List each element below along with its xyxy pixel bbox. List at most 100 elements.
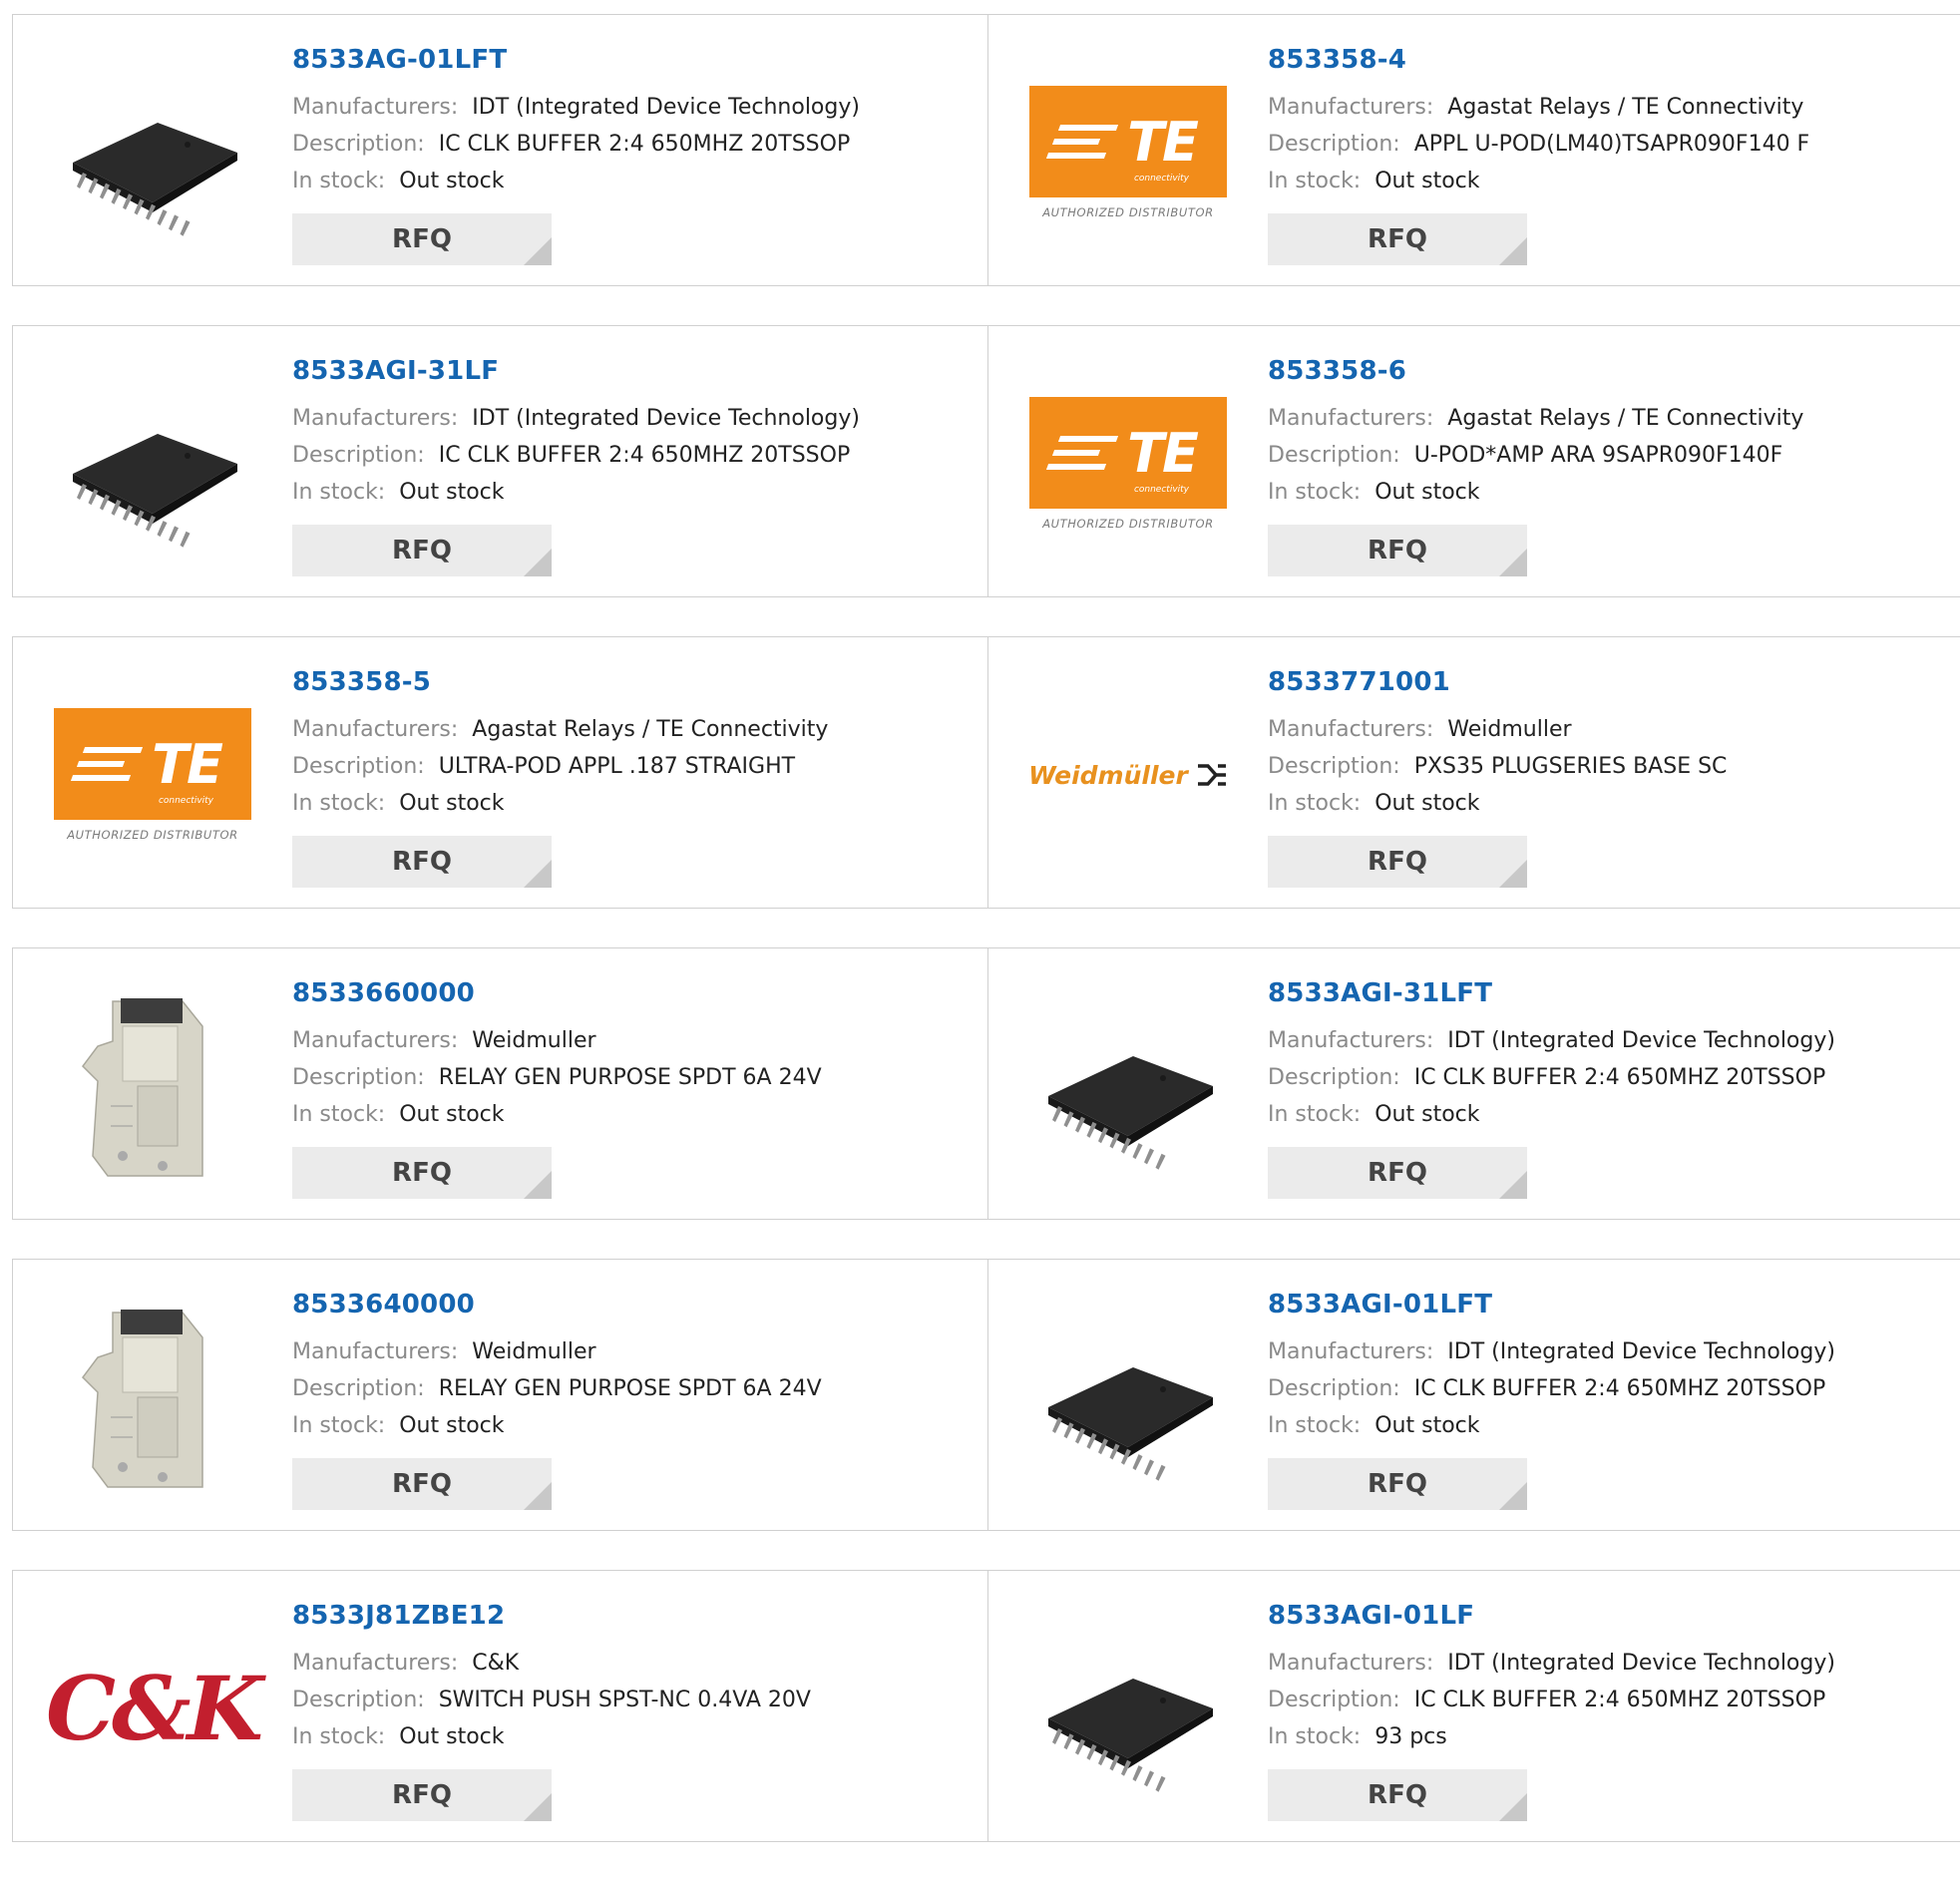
stock-line: In stock: Out stock [292, 785, 828, 822]
product-card: TE connectivity AUTHORIZED DISTRIBUTOR 8… [988, 15, 1960, 285]
description-value: IC CLK BUFFER 2:4 650MHZ 20TSSOP [438, 132, 851, 157]
manufacturers-label: Manufacturers: [1268, 95, 1434, 120]
product-image[interactable] [1028, 986, 1228, 1186]
part-number-link[interactable]: 8533771001 [1268, 667, 1727, 697]
stock-line: In stock: Out stock [292, 1407, 822, 1444]
rfq-button[interactable]: RFQ [292, 1769, 552, 1821]
rfq-button[interactable]: RFQ [1268, 1147, 1527, 1199]
manufacturer-value: Agastat Relays / TE Connectivity [472, 717, 829, 742]
product-image[interactable]: TE connectivity AUTHORIZED DISTRIBUTOR [53, 675, 252, 875]
rfq-button[interactable]: RFQ [1268, 525, 1527, 576]
part-number-link[interactable]: 8533640000 [292, 1290, 822, 1319]
manufacturers-label: Manufacturers: [292, 95, 459, 120]
product-info: 853358-4 Manufacturers: Agastat Relays / … [1268, 45, 1809, 265]
description-label: Description: [292, 443, 425, 468]
part-number-link[interactable]: 853358-5 [292, 667, 828, 697]
product-image[interactable] [53, 986, 252, 1186]
tssop-chip-icon [1048, 1367, 1213, 1481]
description-label: Description: [292, 1688, 425, 1712]
stock-line: In stock: Out stock [292, 474, 860, 511]
product-info: 8533AGI-31LFT Manufacturers: IDT (Integra… [1268, 978, 1835, 1199]
part-number-link[interactable]: 8533J81ZBE12 [292, 1601, 811, 1631]
part-number-link[interactable]: 8533AGI-31LFT [1268, 978, 1835, 1008]
description-value: IC CLK BUFFER 2:4 650MHZ 20TSSOP [438, 443, 851, 468]
manufacturers-label: Manufacturers: [1268, 1339, 1434, 1364]
stock-line: In stock: Out stock [292, 163, 860, 199]
part-number-link[interactable]: 8533660000 [292, 978, 822, 1008]
rfq-button[interactable]: RFQ [1268, 1769, 1527, 1821]
part-number-link[interactable]: 8533AGI-01LF [1268, 1601, 1835, 1631]
rfq-button[interactable]: RFQ [1268, 1458, 1527, 1510]
rfq-label: RFQ [1368, 847, 1427, 877]
description-line: Description: IC CLK BUFFER 2:4 650MHZ 20T… [1268, 1682, 1835, 1718]
rfq-button[interactable]: RFQ [1268, 836, 1527, 888]
rfq-label: RFQ [392, 1158, 452, 1188]
manufacturer-value: IDT (Integrated Device Technology) [472, 406, 860, 431]
product-image[interactable]: C&K [46, 1609, 263, 1808]
manufacturer-line: Manufacturers: IDT (Integrated Device Tec… [1268, 1645, 1835, 1682]
description-line: Description: RELAY GEN PURPOSE SPDT 6A 24… [292, 1370, 822, 1407]
corner-triangle-icon [524, 1482, 552, 1510]
part-number-link[interactable]: 853358-4 [1268, 45, 1809, 75]
manufacturer-value: IDT (Integrated Device Technology) [1447, 1028, 1835, 1053]
product-image[interactable] [1028, 1609, 1228, 1808]
manufacturer-value: IDT (Integrated Device Technology) [472, 95, 860, 120]
product-info: 8533771001 Manufacturers: Weidmuller Desc… [1268, 667, 1727, 888]
manufacturer-value: Agastat Relays / TE Connectivity [1447, 406, 1804, 431]
product-image[interactable] [1028, 1298, 1228, 1497]
manufacturers-label: Manufacturers: [292, 1339, 459, 1364]
description-label: Description: [1268, 754, 1400, 779]
stock-line: In stock: Out stock [292, 1096, 822, 1133]
relay-module-icon [82, 998, 203, 1177]
te-connectivity-logo: TE connectivity AUTHORIZED DISTRIBUTOR [1029, 397, 1227, 531]
part-number-link[interactable]: 8533AGI-01LFT [1268, 1290, 1835, 1319]
product-image[interactable] [53, 53, 252, 252]
product-info: 853358-6 Manufacturers: Agastat Relays / … [1268, 356, 1803, 576]
product-info: 8533660000 Manufacturers: Weidmuller Desc… [292, 978, 822, 1199]
corner-triangle-icon [1499, 1793, 1527, 1821]
rfq-button[interactable]: RFQ [292, 1458, 552, 1510]
rfq-label: RFQ [1368, 536, 1427, 565]
corner-triangle-icon [524, 860, 552, 888]
rfq-button[interactable]: RFQ [292, 525, 552, 576]
weidmuller-mark-icon [1197, 764, 1226, 786]
product-image[interactable]: Weidmüller [1028, 675, 1228, 875]
product-image[interactable]: TE connectivity AUTHORIZED DISTRIBUTOR [1028, 53, 1228, 252]
product-row: 8533640000 Manufacturers: Weidmuller Desc… [12, 1259, 1960, 1531]
manufacturers-label: Manufacturers: [1268, 1028, 1434, 1053]
corner-triangle-icon [1499, 1482, 1527, 1510]
stock-line: In stock: 93 pcs [1268, 1718, 1835, 1755]
rfq-button[interactable]: RFQ [292, 213, 552, 265]
description-line: Description: IC CLK BUFFER 2:4 650MHZ 20T… [292, 126, 860, 163]
product-card: 8533AGI-31LF Manufacturers: IDT (Integrat… [13, 326, 988, 596]
in-stock-label: In stock: [292, 1102, 386, 1127]
corner-triangle-icon [524, 1171, 552, 1199]
corner-triangle-icon [1499, 860, 1527, 888]
ck-logo: C&K [46, 1657, 263, 1760]
product-row: TE connectivity AUTHORIZED DISTRIBUTOR 8… [12, 636, 1960, 909]
description-label: Description: [1268, 132, 1400, 157]
stock-line: In stock: Out stock [1268, 785, 1727, 822]
description-value: SWITCH PUSH SPST-NC 0.4VA 20V [438, 1688, 811, 1712]
product-image[interactable]: TE connectivity AUTHORIZED DISTRIBUTOR [1028, 364, 1228, 564]
product-card: TE connectivity AUTHORIZED DISTRIBUTOR 8… [13, 637, 988, 908]
rfq-button[interactable]: RFQ [292, 836, 552, 888]
description-value: U-POD*AMP ARA 9SAPR090F140F [1413, 443, 1783, 468]
part-number-link[interactable]: 853358-6 [1268, 356, 1803, 386]
in-stock-label: In stock: [1268, 1413, 1362, 1438]
rfq-button[interactable]: RFQ [1268, 213, 1527, 265]
product-grid: 8533AG-01LFT Manufacturers: IDT (Integrat… [12, 14, 1960, 1881]
stock-value: Out stock [1374, 791, 1480, 816]
tssop-chip-icon [73, 123, 237, 236]
manufacturers-label: Manufacturers: [292, 406, 459, 431]
part-number-link[interactable]: 8533AGI-31LF [292, 356, 860, 386]
product-image[interactable] [53, 364, 252, 564]
rfq-button[interactable]: RFQ [292, 1147, 552, 1199]
manufacturer-value: Weidmuller [472, 1339, 596, 1364]
stock-line: In stock: Out stock [1268, 163, 1809, 199]
part-number-link[interactable]: 8533AG-01LFT [292, 45, 860, 75]
description-value: APPL U-POD(LM40)TSAPR090F140 F [1413, 132, 1810, 157]
product-image[interactable] [53, 1298, 252, 1497]
product-card: 8533AG-01LFT Manufacturers: IDT (Integrat… [13, 15, 988, 285]
product-info: 853358-5 Manufacturers: Agastat Relays / … [292, 667, 828, 888]
